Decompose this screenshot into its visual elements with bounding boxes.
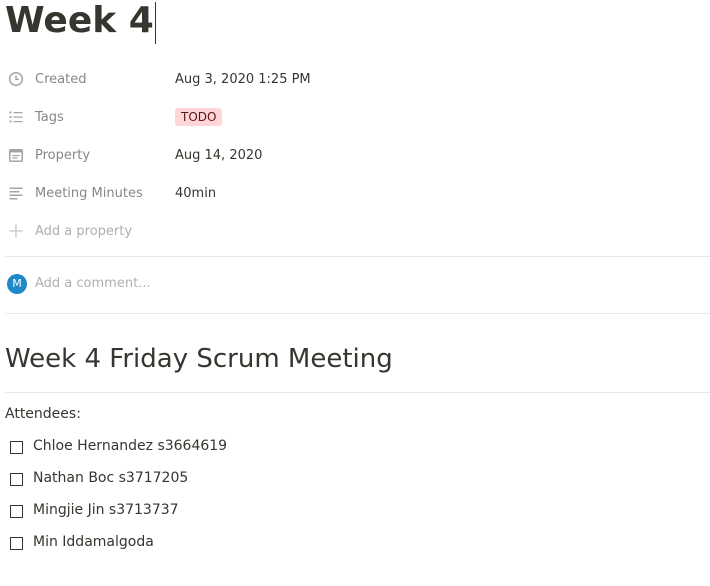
attendees-label[interactable]: Attendees:	[5, 406, 81, 422]
divider	[5, 256, 710, 257]
property-value[interactable]: 40min	[175, 186, 216, 201]
divider	[5, 392, 710, 393]
checkbox[interactable]	[10, 537, 23, 550]
todo-item: Min Iddamalgoda	[0, 531, 710, 559]
todo-item: Chloe Hernandez s3664619	[0, 435, 710, 463]
property-value[interactable]: TODO	[175, 108, 223, 126]
text-caret	[154, 2, 156, 44]
page-title-row[interactable]: Week 4	[5, 0, 156, 44]
todo-item: Nathan Boc s3717205	[0, 467, 710, 495]
add-property-button[interactable]: Add a property	[0, 214, 710, 248]
property-row-meeting-minutes[interactable]: Meeting Minutes 40min	[0, 176, 710, 210]
property-name[interactable]: Created	[35, 72, 86, 87]
page: Week 4 Created Aug 3, 2020 1:25 PM Tags	[0, 0, 710, 586]
divider	[5, 313, 710, 314]
property-name[interactable]: Tags	[35, 110, 64, 125]
text-lines-icon	[8, 185, 24, 201]
property-name[interactable]: Property	[35, 148, 90, 163]
todo-text[interactable]: Chloe Hernandez s3664619	[33, 438, 227, 454]
avatar: M	[7, 274, 27, 294]
checkbox[interactable]	[10, 473, 23, 486]
property-value[interactable]: Aug 3, 2020 1:25 PM	[175, 72, 311, 87]
todo-item: Mingjie Jin s3713737	[0, 499, 710, 527]
todo-text[interactable]: Min Iddamalgoda	[33, 534, 154, 550]
list-icon	[8, 109, 24, 125]
section-heading[interactable]: Week 4 Friday Scrum Meeting	[5, 340, 393, 378]
plus-icon	[8, 223, 24, 239]
page-title[interactable]: Week 4	[5, 0, 154, 42]
tag-badge[interactable]: TODO	[175, 108, 223, 126]
add-property-label[interactable]: Add a property	[35, 224, 132, 239]
comment-row[interactable]: M Add a comment...	[0, 272, 710, 296]
property-row-created[interactable]: Created Aug 3, 2020 1:25 PM	[0, 62, 710, 96]
comment-input[interactable]: Add a comment...	[35, 276, 151, 291]
todo-text[interactable]: Nathan Boc s3717205	[33, 470, 188, 486]
property-value[interactable]: Aug 14, 2020	[175, 148, 262, 163]
clock-icon	[8, 71, 24, 87]
todo-text[interactable]: Mingjie Jin s3713737	[33, 502, 179, 518]
checkbox[interactable]	[10, 505, 23, 518]
checkbox[interactable]	[10, 441, 23, 454]
property-row-tags[interactable]: Tags TODO	[0, 100, 710, 134]
property-row-date[interactable]: Property Aug 14, 2020	[0, 138, 710, 172]
property-name[interactable]: Meeting Minutes	[35, 186, 143, 201]
calendar-icon	[8, 147, 24, 163]
